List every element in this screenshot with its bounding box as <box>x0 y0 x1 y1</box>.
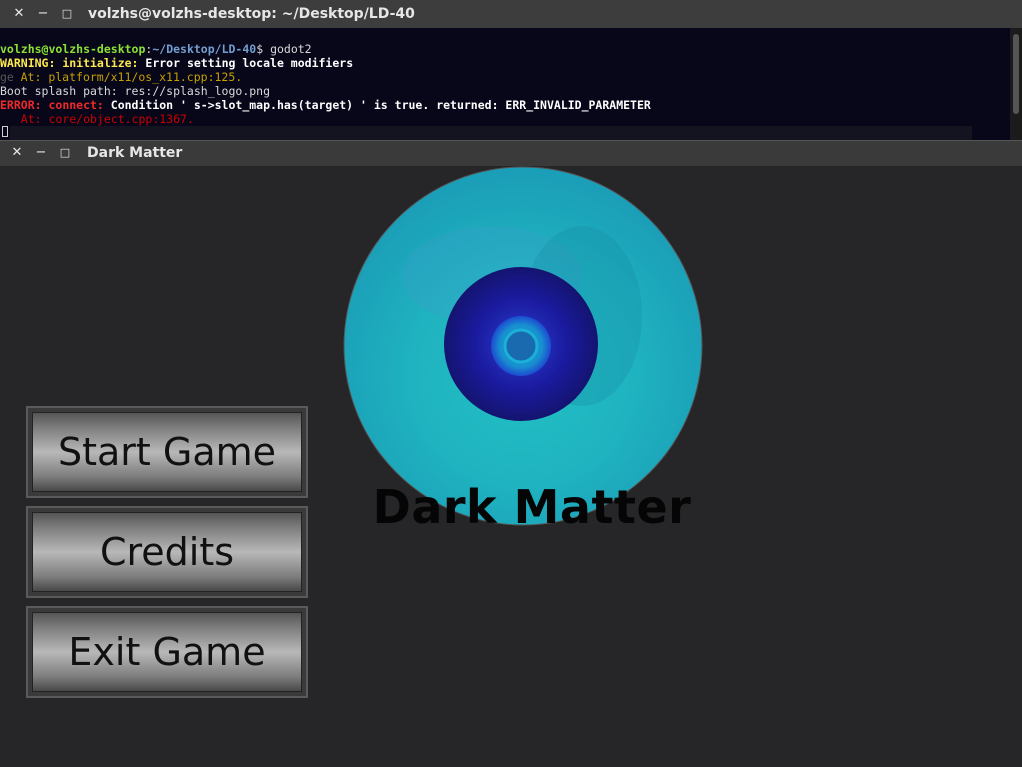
terminal-scrollbar[interactable] <box>1010 28 1022 140</box>
terminal-scrollbar-thumb[interactable] <box>1013 34 1019 114</box>
warning-msg: Error setting locale modifiers <box>138 56 354 70</box>
warning-label: WARNING: <box>0 56 56 70</box>
terminal-minimize-icon[interactable]: − <box>34 0 52 28</box>
game-window: ✕ − □ Dark Matter Dark Matter Start Game… <box>0 140 1022 767</box>
error-label: ERROR: <box>0 98 42 112</box>
game-close-icon[interactable]: ✕ <box>8 141 26 165</box>
exit-game-label: Exit Game <box>68 630 266 674</box>
logo-core <box>503 328 539 364</box>
game-title: Dark Matter <box>87 145 183 161</box>
exit-game-button-face[interactable]: Exit Game <box>32 612 302 692</box>
warning-at: At: platform/x11/os_x11.cpp:125. <box>0 70 243 84</box>
start-game-label: Start Game <box>57 430 277 474</box>
warning-func: initialize: <box>55 56 139 70</box>
prompt-user: volzhs@volzhs-desktop <box>0 42 146 56</box>
dark-matter-logo <box>343 166 703 526</box>
game-content: Dark Matter Start Game Credits Exit Game <box>0 166 1022 767</box>
terminal-cursor <box>2 126 8 137</box>
terminal-close-icon[interactable]: ✕ <box>10 0 28 28</box>
terminal-warning-line: WARNING: initialize: Error setting local… <box>0 56 1010 70</box>
exit-game-button[interactable]: Exit Game <box>26 606 308 698</box>
terminal-error-line: ERROR: connect: Condition ' s->slot_map.… <box>0 98 1010 112</box>
credits-label: Credits <box>99 530 235 574</box>
start-game-button[interactable]: Start Game <box>26 406 308 498</box>
terminal-prompt-line: volzhs@volzhs-desktop:~/Desktop/LD-40$ g… <box>0 42 1010 56</box>
start-game-button-face[interactable]: Start Game <box>32 412 302 492</box>
credits-button-face[interactable]: Credits <box>32 512 302 592</box>
terminal-titlebar: ✕ − □ volzhs@volzhs-desktop: ~/Desktop/L… <box>0 0 1022 28</box>
error-msg: Condition ' s->slot_map.has(target) ' is… <box>103 98 651 112</box>
terminal-error-at-line: At: core/object.cpp:1367. <box>0 112 194 126</box>
prompt-path: ~/Desktop/LD-40 <box>152 42 257 56</box>
terminal-ghost-line <box>10 126 972 140</box>
terminal-warning-at-line: ge At: platform/x11/os_x11.cpp:125. <box>0 70 1010 84</box>
credits-button[interactable]: Credits <box>26 506 308 598</box>
game-maximize-icon[interactable]: □ <box>56 141 74 165</box>
logo-title: Dark Matter <box>372 480 692 534</box>
terminal-output[interactable]: volzhs@volzhs-desktop:~/Desktop/LD-40$ g… <box>0 28 1010 140</box>
terminal-boot-line: Boot splash path: res://splash_logo.png <box>0 84 271 98</box>
terminal-maximize-icon[interactable]: □ <box>58 0 76 28</box>
game-minimize-icon[interactable]: − <box>32 141 50 165</box>
error-func: connect: <box>41 98 104 112</box>
terminal-window: ✕ − □ volzhs@volzhs-desktop: ~/Desktop/L… <box>0 0 1022 140</box>
game-titlebar: ✕ − □ Dark Matter <box>0 140 1022 166</box>
prompt-command: godot2 <box>263 42 312 56</box>
terminal-title: volzhs@volzhs-desktop: ~/Desktop/LD-40 <box>88 6 415 22</box>
